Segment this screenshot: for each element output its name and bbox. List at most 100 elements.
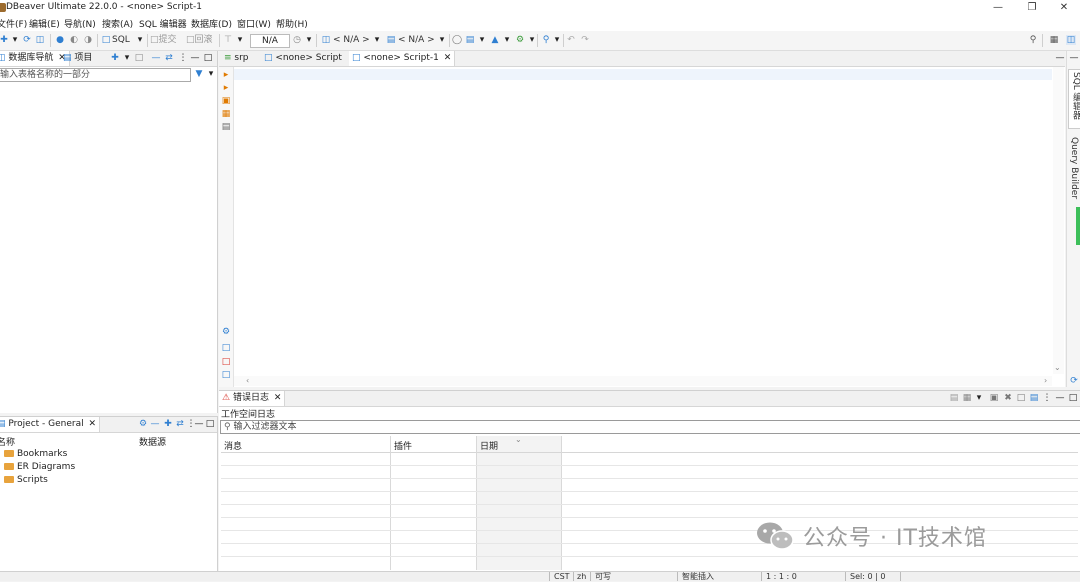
side-tab-sql-editor[interactable]: SQL 编辑器 <box>1068 69 1080 129</box>
tools-icon[interactable]: ▲ <box>490 35 500 45</box>
more-icon[interactable]: ⋮ <box>178 53 188 63</box>
tree-item-scripts[interactable]: Scripts <box>4 474 48 487</box>
minimize-icon[interactable]: — <box>986 1 1010 15</box>
disconnect-icon[interactable]: ◐ <box>69 35 79 45</box>
filter-dropdown-icon[interactable]: ▾ <box>206 69 216 79</box>
filter-icon[interactable]: ▼ <box>194 69 204 79</box>
column-header-datasource[interactable]: 数据源 <box>139 435 166 448</box>
history-dropdown-icon[interactable]: ▾ <box>304 35 314 45</box>
explain-plan-icon[interactable]: ▦ <box>221 109 231 119</box>
explain-icon[interactable]: ◯ <box>452 35 462 45</box>
schema-dropdown-icon[interactable]: ▾ <box>437 35 447 45</box>
link-icon[interactable]: ⇄ <box>164 53 174 63</box>
scroll-left-icon[interactable]: ‹ <box>246 376 249 385</box>
collapse-icon[interactable]: — <box>150 419 160 429</box>
debug-dropdown-icon[interactable]: ▾ <box>527 35 537 45</box>
add-icon[interactable]: ✚ <box>163 419 173 429</box>
tab-none-script[interactable]: □ <none> Script <box>261 51 345 66</box>
sync-icon[interactable]: ⟳ <box>1069 376 1079 386</box>
column-header-plugin[interactable]: 插件 <box>394 439 412 452</box>
output-icon[interactable]: □ <box>221 357 231 367</box>
close-icon[interactable]: ✕ <box>444 53 452 63</box>
maximize-icon[interactable]: □ <box>1068 393 1078 403</box>
refresh-icon[interactable]: ⟳ <box>22 35 32 45</box>
minimize-icon[interactable]: — <box>1055 53 1065 63</box>
history-icon[interactable]: ◷ <box>292 35 302 45</box>
close-icon[interactable]: ✕ <box>274 393 282 403</box>
menu-window[interactable]: 窗口(W) <box>237 17 271 30</box>
invalidate-icon[interactable]: ◑ <box>83 35 93 45</box>
tab-error-log[interactable]: ⚠ 错误日志 ✕ <box>219 391 286 406</box>
forward-icon[interactable]: ↷ <box>580 35 590 45</box>
dropdown-arrow-icon[interactable]: ▾ <box>122 53 132 63</box>
table-filter-input[interactable]: 输入表格名称的一部分 <box>0 68 191 82</box>
menu-search[interactable]: 搜索(A) <box>102 17 133 30</box>
restore-log-icon[interactable]: ▤ <box>1029 393 1039 403</box>
database-icon[interactable]: ◫ <box>35 35 45 45</box>
menu-database[interactable]: 数据库(D) <box>191 17 232 30</box>
scroll-down-icon[interactable]: ⌄ <box>1054 363 1061 372</box>
export-icon[interactable]: □ <box>221 343 231 353</box>
maximize-icon[interactable]: □ <box>205 419 215 429</box>
minimize-icon[interactable]: — <box>194 419 204 429</box>
debug-icon[interactable]: ⚙ <box>515 35 525 45</box>
perspective-icon[interactable]: ◫ <box>1066 35 1076 45</box>
new-connection-icon[interactable]: ✚ <box>110 53 120 63</box>
dropdown-arrow-icon[interactable]: ▾ <box>10 35 20 45</box>
restore-icon[interactable]: ❐ <box>1020 1 1044 15</box>
log-filter-input[interactable]: ⚲ 输入过滤器文本 <box>220 420 1080 434</box>
datasource-selector[interactable]: < N/A > <box>333 34 370 47</box>
tab-none-script-1[interactable]: □ <none> Script-1 ✕ <box>349 51 456 66</box>
settings-icon[interactable]: ⚙ <box>138 419 148 429</box>
transaction-dropdown-icon[interactable]: ▾ <box>235 35 245 45</box>
scroll-right-icon[interactable]: › <box>1044 376 1047 385</box>
back-icon[interactable]: ↶ <box>566 35 576 45</box>
column-header-name[interactable]: 名称 <box>0 435 15 448</box>
transaction-combo[interactable]: N/A <box>250 34 290 48</box>
execute-script-icon[interactable]: ▸ <box>221 83 231 93</box>
collapse-icon[interactable]: — <box>151 53 161 63</box>
minimize-icon[interactable]: — <box>190 53 200 63</box>
tab-projects[interactable]: ▤ 项目 <box>60 51 95 66</box>
sql-dropdown-icon[interactable]: ▾ <box>135 35 145 45</box>
minimize-icon[interactable]: — <box>1055 393 1065 403</box>
global-search-icon[interactable]: ⚲ <box>1028 35 1038 45</box>
execute-statement-icon[interactable]: ▸ <box>221 70 231 80</box>
more-icon[interactable]: ⋮ <box>1042 393 1052 403</box>
menu-navigate[interactable]: 导航(N) <box>64 17 96 30</box>
open-perspective-icon[interactable]: ▦ <box>1049 35 1059 45</box>
menu-help[interactable]: 帮助(H) <box>276 17 308 30</box>
tree-item-er-diagrams[interactable]: ER Diagrams <box>4 461 75 474</box>
import-log-icon[interactable]: ▦ <box>962 393 972 403</box>
menu-edit[interactable]: 编辑(E) <box>29 17 60 30</box>
load-script-icon[interactable]: ▤ <box>221 122 231 132</box>
tab-srp[interactable]: ≡ srp <box>221 51 252 66</box>
clear-log-icon[interactable]: ▣ <box>989 393 999 403</box>
maximize-icon[interactable]: □ <box>203 53 213 63</box>
tree-item-bookmarks[interactable]: Bookmarks <box>4 448 67 461</box>
close-icon[interactable]: ✕ <box>1052 1 1076 15</box>
view-icon[interactable]: □ <box>134 53 144 63</box>
delete-log-icon[interactable]: ✖ <box>1003 393 1013 403</box>
side-tab-query-builder[interactable]: Query Builder <box>1068 135 1080 205</box>
tools-dropdown-icon[interactable]: ▾ <box>502 35 512 45</box>
editor-horizontal-scrollbar[interactable]: ‹ › <box>234 376 1052 386</box>
rollback-button[interactable]: □回滚 <box>186 34 213 47</box>
format-dropdown-icon[interactable]: ▾ <box>477 35 487 45</box>
schema-selector[interactable]: < N/A > <box>398 34 435 47</box>
export-log-icon[interactable]: ▤ <box>949 393 959 403</box>
dropdown-arrow-icon[interactable]: ▾ <box>974 393 984 403</box>
sql-editor[interactable] <box>219 51 1065 387</box>
tab-project-general[interactable]: ▤ Project - General ✕ <box>0 417 101 432</box>
search-icon[interactable]: ⚲ <box>541 35 551 45</box>
menu-file[interactable]: 文件(F) <box>0 17 27 30</box>
menu-sql-editor[interactable]: SQL 编辑器 <box>139 17 187 30</box>
connect-icon[interactable]: ● <box>55 35 65 45</box>
execute-new-tab-icon[interactable]: ▣ <box>221 96 231 106</box>
commit-button[interactable]: □提交 <box>150 34 177 47</box>
sort-arrow-icon[interactable]: ⌄ <box>515 435 522 444</box>
column-header-date[interactable]: 日期 <box>480 439 498 452</box>
editor-vertical-scrollbar[interactable]: ⌄ <box>1053 67 1064 374</box>
transaction-mode-icon[interactable]: ⊤ <box>223 35 233 45</box>
format-icon[interactable]: ▤ <box>465 35 475 45</box>
